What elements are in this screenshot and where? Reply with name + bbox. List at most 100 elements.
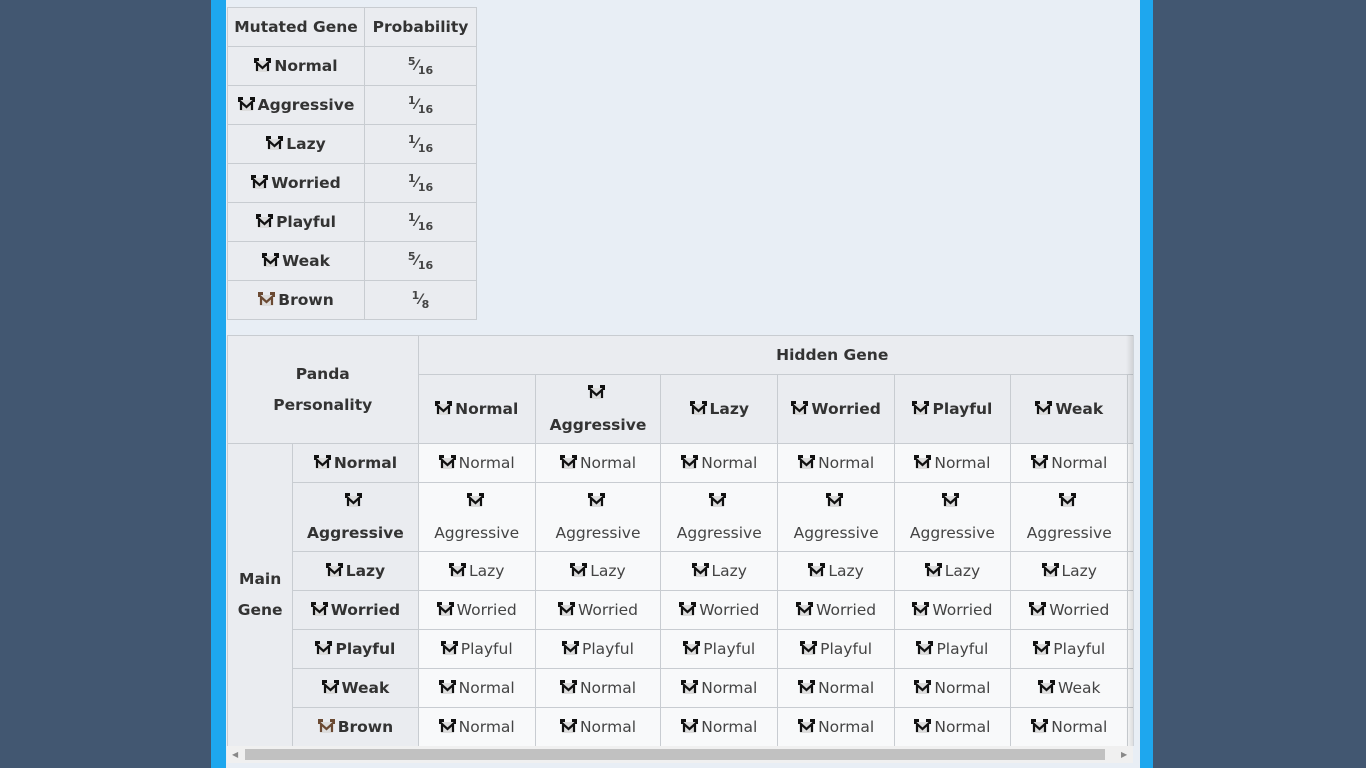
gene-label: Worried	[271, 174, 341, 192]
panda-face-icon	[325, 563, 343, 577]
panda-face-icon	[570, 563, 588, 577]
denominator: 16	[417, 181, 434, 194]
panda-face-icon	[914, 455, 932, 469]
scroll-right-arrow-icon[interactable]: ▶	[1121, 750, 1127, 759]
panda-face-icon	[800, 641, 818, 655]
panda-face-icon	[826, 493, 844, 507]
column-label: Weak	[1055, 400, 1104, 418]
panda-face-icon	[448, 563, 466, 577]
panda-face-icon	[256, 214, 274, 228]
result-cell: Aggressive	[417, 482, 536, 552]
column-label: Lazy	[709, 400, 749, 418]
result-cell: Normal	[660, 443, 779, 483]
table-row: LazyLazyLazyLazyLazyLazyLazyLazy	[228, 551, 1133, 591]
result-label: Lazy	[944, 562, 981, 580]
result-label: Lazy	[828, 562, 864, 580]
probability-cell: 1⁄16	[364, 85, 477, 125]
numerator: 1	[407, 133, 416, 146]
mutated-gene-cell: Weak	[227, 241, 365, 281]
result-cell: Normal	[534, 668, 662, 708]
panda-face-icon	[313, 455, 331, 469]
result-cell: Playful	[660, 629, 779, 669]
panda-face-icon	[438, 719, 456, 733]
panda-face-icon	[689, 401, 707, 415]
panda-face-icon	[251, 175, 269, 189]
hidden-gene-column-worried: Worried	[777, 374, 895, 444]
denominator: 16	[417, 220, 434, 233]
panda-face-icon	[914, 719, 932, 733]
row-label: Playful	[335, 640, 396, 658]
result-cell: Normal	[893, 707, 1012, 746]
panda-face-icon	[310, 602, 328, 616]
panda-face-icon	[1059, 493, 1077, 507]
result-cell: Lazy	[534, 551, 662, 591]
result-label: Playful	[703, 640, 756, 658]
main-gene-label: Main Gene	[237, 570, 283, 619]
result-cell: Worried	[1010, 590, 1129, 630]
panda-face-icon	[679, 602, 697, 616]
result-cell: Playful	[1010, 629, 1129, 669]
probability-row: Playful 1⁄16	[227, 202, 477, 242]
result-cell: Normal	[660, 707, 779, 746]
scrollbar-thumb[interactable]	[245, 749, 1105, 760]
row-label: Aggressive	[307, 524, 404, 542]
probability-cell: 1⁄16	[364, 124, 477, 164]
main-gene-row-header: Brown	[292, 707, 419, 746]
panda-face-icon	[1041, 563, 1059, 577]
gene-label: Aggressive	[257, 96, 355, 114]
hidden-gene-column-normal: Normal	[417, 374, 536, 444]
content-area: Mutated Gene Probability Normal 5⁄16 Aggre…	[226, 0, 1140, 768]
probability-row: Lazy 1⁄16	[227, 124, 477, 164]
result-cell: Normal	[660, 668, 779, 708]
result-cell: Normal	[1010, 443, 1129, 483]
result-label: Playful	[460, 640, 513, 658]
result-cell: Normal	[893, 668, 1012, 708]
panda-face-icon	[559, 455, 577, 469]
hidden-gene-column-playful: Playful	[893, 374, 1012, 444]
result-label: Normal	[458, 454, 515, 472]
result-label: Lazy	[1061, 562, 1097, 580]
column-label: Playful	[932, 400, 993, 418]
result-cell: Worried	[417, 590, 536, 630]
numerator: 1	[407, 211, 416, 224]
panda-face-icon	[440, 641, 458, 655]
panda-face-icon	[557, 602, 575, 616]
result-label: Normal	[934, 454, 991, 472]
scroll-left-arrow-icon[interactable]: ◀	[232, 750, 238, 759]
result-cell: Normal	[893, 443, 1012, 483]
result-label: Normal	[458, 679, 515, 697]
numerator: 1	[407, 94, 416, 107]
main-gene-row-header: Weak	[292, 668, 419, 708]
result-cell: Normal	[417, 707, 536, 746]
result-cell: Normal	[417, 443, 536, 483]
result-cell: Lazy	[417, 551, 536, 591]
panda-face-icon	[681, 680, 699, 694]
table-row: Worried Worried Worried Worried Worried Worri…	[228, 590, 1133, 630]
denominator: 16	[417, 259, 434, 272]
result-label: Worried	[699, 601, 760, 619]
result-cell: Worried	[777, 590, 895, 630]
result-cell: Normal	[777, 707, 895, 746]
probability-cell: 5⁄16	[364, 46, 477, 86]
table-row: Aggressive Aggressive Aggressive Aggressive…	[228, 482, 1133, 552]
horizontal-scrollbar[interactable]: ◀ ▶	[227, 746, 1133, 763]
panda-face-icon	[1031, 719, 1049, 733]
result-cell: Normal	[777, 443, 895, 483]
main-gene-row-header: Aggressive	[292, 482, 419, 552]
result-label: Aggressive	[909, 524, 995, 542]
panda-face-icon	[321, 680, 339, 694]
panda-face-icon	[436, 602, 454, 616]
panda-face-icon	[262, 253, 280, 267]
result-cell: Worried	[893, 590, 1012, 630]
result-label: Aggressive	[1026, 524, 1112, 542]
probability-row: Aggressive 1⁄16	[227, 85, 477, 125]
panda-face-icon	[681, 719, 699, 733]
denominator: 8	[421, 298, 430, 311]
result-label: Normal	[458, 718, 515, 736]
panda-face-icon	[808, 563, 826, 577]
panda-face-icon	[683, 641, 701, 655]
panda-face-icon	[1029, 602, 1047, 616]
result-label: Normal	[934, 679, 991, 697]
result-cell: Normal	[534, 707, 662, 746]
result-cell: Normal	[417, 668, 536, 708]
